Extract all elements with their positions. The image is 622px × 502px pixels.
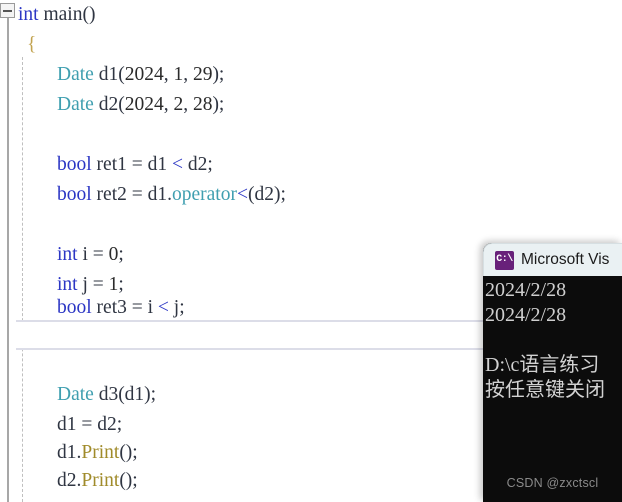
code-token-punc: ; [207,154,213,175]
code-token-punc: ; [118,274,124,295]
csdn-watermark: CSDN @zxctscl [506,476,599,490]
code-token-punc: (d2); [247,184,286,205]
code-line[interactable]: d1 = d2; [0,410,122,440]
console-output-line: 2024/2/28 [485,279,567,301]
code-token-ident: d1 [57,414,77,435]
code-token-punc: ; [118,244,124,265]
code-token-brace: { [27,34,37,55]
code-token-num: 1 [108,274,119,295]
console-output-lines: 2024/2/28 2024/2/28 D:\c语言练习 按任意键关闭 [485,278,622,403]
code-token-ident: d2 [187,154,208,175]
code-token-type: Date [57,64,94,85]
code-token-punc: ); [212,64,225,85]
code-line[interactable]: Date d1(2024, 1, 29); [0,60,224,90]
command-prompt-icon: C:\ [495,250,514,270]
code-token-kw: int [18,4,39,25]
code-token-punc: = [126,297,148,318]
code-token-member: operator [172,184,237,205]
code-token-punc: (); [119,442,138,463]
code-token-punc: , [163,64,174,85]
code-token-ident: d2 [97,414,117,435]
code-token-kw: bool [57,154,92,175]
code-token-ident: d1 [57,442,77,463]
code-line[interactable] [0,320,57,350]
code-token-num: 2 [173,94,184,115]
code-line[interactable]: Date d2(2024, 2, 28); [0,90,224,120]
console-window[interactable]: C:\ Microsoft Vis 2024/2/28 2024/2/28 D:\c… [483,243,622,502]
code-token-ident: main [43,4,83,25]
code-line[interactable]: bool ret3 = i < j; [0,293,185,323]
code-line[interactable]: int i = 0; [0,240,124,270]
code-token-punc: = [126,184,148,205]
code-token-num: 28 [192,94,213,115]
code-token-ident: d1 [98,64,119,85]
code-token-punc: ); [212,94,225,115]
code-token-method: Print [81,470,120,491]
code-token-ident: d3 [98,384,119,405]
console-output-line: 按任意键关闭 [485,379,605,401]
code-token-punc: = [87,244,109,265]
code-line[interactable]: bool ret1 = d1 < d2; [0,150,213,180]
code-token-num: 0 [108,244,119,265]
code-line[interactable] [0,350,57,380]
code-token-punc: , [183,94,193,115]
code-token-op: < [157,297,169,318]
code-token-punc: ; [179,297,185,318]
code-line[interactable]: Date d3(d1); [0,380,156,410]
code-token-ident: d1 [147,154,168,175]
console-output-area[interactable]: 2024/2/28 2024/2/28 D:\c语言练习 按任意键关闭 CSDN @z… [483,276,622,502]
code-line[interactable]: bool ret2 = d1.operator<(d2); [0,180,286,210]
code-token-punc: , [163,94,174,115]
console-titlebar[interactable]: C:\ Microsoft Vis [483,243,622,276]
code-token-kw: bool [57,297,92,318]
code-token-ident: ret2 [96,184,127,205]
code-token-num: 1 [173,64,184,85]
console-title: Microsoft Vis [521,251,610,268]
code-line[interactable]: d2.Print(); [0,466,138,496]
code-token-op: < [172,154,183,175]
code-token-punc: , [183,64,193,85]
code-token-punc: = [87,274,109,295]
code-line[interactable] [0,210,57,240]
code-line[interactable]: d1.Print(); [0,438,138,468]
code-line[interactable]: { [0,30,36,60]
code-token-ident: d1 [147,184,168,205]
code-token-punc: () [82,4,96,25]
code-token-num: 29 [192,64,213,85]
code-token-kw: bool [57,184,92,205]
code-token-ident: ret3 [96,297,127,318]
code-token-punc: ; [116,414,123,435]
console-output-line: 2024/2/28 [485,304,567,326]
code-token-op: < [236,184,248,205]
command-prompt-glyph: C:\ [496,254,513,265]
code-token-type: Date [57,384,94,405]
code-token-ident: ret1 [96,154,127,175]
code-token-num: 2024 [124,64,164,85]
code-token-kw: int [57,244,78,265]
code-token-method: Print [81,442,120,463]
code-line[interactable] [0,120,57,150]
code-token-punc: = [126,154,148,175]
code-token-num: 2024 [124,94,164,115]
code-token-ident: d2 [98,94,119,115]
code-token-punc: (d1); [118,384,157,405]
code-token-ident: d2 [57,470,77,491]
code-token-punc: = [76,414,98,435]
code-line[interactable]: int main() [0,0,95,30]
code-token-punc: (); [119,470,138,491]
code-token-kw: int [57,274,78,295]
code-token-type: Date [57,94,94,115]
console-output-line: D:\c语言练习 [485,354,600,376]
